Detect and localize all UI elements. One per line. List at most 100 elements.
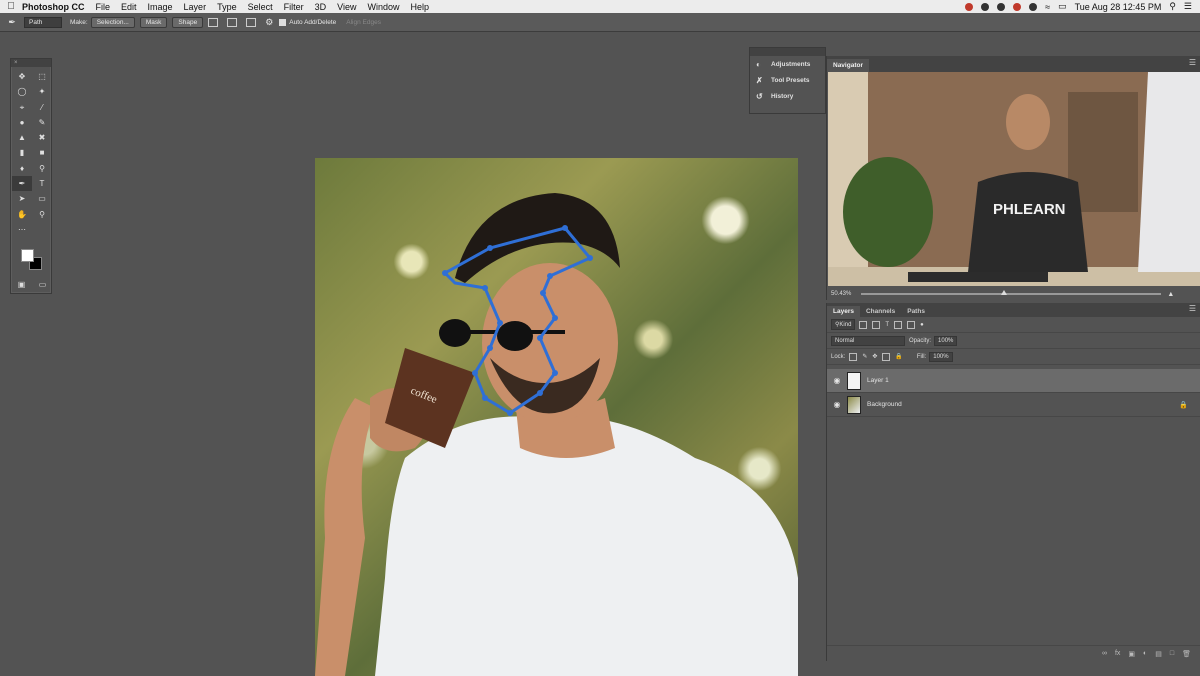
clock[interactable]: Tue Aug 28 12:45 PM <box>1075 2 1162 12</box>
dodge-tool-icon[interactable]: ⚲ <box>32 161 52 176</box>
menu-select[interactable]: Select <box>248 2 273 12</box>
pen-tool-icon[interactable]: ✒ <box>0 17 24 28</box>
quick-mask-icon[interactable]: ▣ <box>18 280 26 289</box>
search-icon[interactable]: ⚲ <box>1169 1 1176 12</box>
menu-3d[interactable]: 3D <box>315 2 327 12</box>
new-group-icon[interactable]: ▤ <box>1155 650 1162 658</box>
menu-file[interactable]: File <box>96 2 111 12</box>
stamp-tool-icon[interactable]: ▲ <box>12 130 32 145</box>
list-icon[interactable]: ☰ <box>1184 1 1192 12</box>
new-layer-icon[interactable]: □ <box>1170 650 1174 657</box>
foreground-color-swatch[interactable] <box>21 249 34 262</box>
layer-row-background[interactable]: ◉ Background 🔒 <box>827 393 1200 417</box>
more-tools-icon[interactable]: ⋯ <box>12 222 32 237</box>
navigator-zoom-value[interactable]: 50.43% <box>831 291 851 297</box>
record-icon[interactable] <box>965 2 974 11</box>
visibility-eye-icon[interactable]: ◉ <box>827 400 847 409</box>
layer-row-layer-1[interactable]: ◉ Layer 1 <box>827 369 1200 393</box>
auto-add-delete-checkbox[interactable] <box>279 18 287 26</box>
path-arrangement-icon[interactable] <box>246 17 257 27</box>
navigator-zoom-slider[interactable] <box>861 290 1162 295</box>
layer-lock-icon[interactable]: 🔒 <box>1179 401 1188 409</box>
display-icon[interactable] <box>981 2 990 11</box>
filter-pixel-icon[interactable] <box>859 320 868 329</box>
tab-paths[interactable]: Paths <box>901 306 931 317</box>
menu-help[interactable]: Help <box>410 2 429 12</box>
gear-icon[interactable]: ⚙ <box>265 17 273 28</box>
navigator-panel-menu-icon[interactable]: ☰ <box>1189 58 1196 67</box>
blur-tool-icon[interactable]: ♦ <box>12 161 32 176</box>
adjustments-panel-button[interactable]: ◐ Adjustments <box>750 56 825 72</box>
eye-icon[interactable] <box>997 2 1006 11</box>
wifi-icon[interactable]: ≈ <box>1045 2 1050 12</box>
zoom-tool-icon[interactable]: ⚲ <box>32 207 52 222</box>
visibility-eye-icon[interactable]: ◉ <box>827 376 847 385</box>
mask-button[interactable]: Mask <box>139 16 168 28</box>
document-canvas[interactable]: coffee <box>315 158 798 676</box>
type-tool-icon[interactable]: T <box>32 176 52 191</box>
rectangle-tool-icon[interactable]: ▭ <box>32 191 52 206</box>
eyedropper-tool-icon[interactable]: ⁄ <box>32 100 52 115</box>
link-layers-icon[interactable]: ∞ <box>1102 650 1107 657</box>
menu-window[interactable]: Window <box>367 2 399 12</box>
airplay-icon[interactable]: ▭ <box>1058 1 1067 12</box>
tools-panel-header[interactable]: × <box>11 59 51 67</box>
filter-smart-object-icon[interactable] <box>907 320 916 329</box>
delete-layer-icon[interactable]: 🗑 <box>1182 650 1191 658</box>
lock-image-icon[interactable]: ✎ <box>862 353 867 360</box>
lock-transparent-icon[interactable] <box>849 352 858 361</box>
path-mode-select[interactable]: Path <box>24 16 62 28</box>
layer-effects-icon[interactable]: fx <box>1115 650 1120 657</box>
lock-all-icon[interactable]: 🔒 <box>895 353 902 360</box>
marquee-tool-icon[interactable]: ⬚ <box>32 69 52 84</box>
navigator-preview[interactable]: PHLEARN <box>828 72 1200 286</box>
collapsed-panels-header[interactable] <box>750 48 825 56</box>
app-menu[interactable]: Photoshop CC <box>22 2 85 12</box>
lock-position-icon[interactable]: ✥ <box>872 353 877 360</box>
app-status-icon[interactable] <box>1013 2 1022 11</box>
path-operations-icon[interactable] <box>208 17 219 27</box>
battery-icon[interactable] <box>1029 2 1038 11</box>
history-panel-button[interactable]: ↺ History <box>750 88 825 104</box>
crop-tool-icon[interactable]: ⌖ <box>12 100 32 115</box>
filter-shape-icon[interactable] <box>894 320 903 329</box>
menu-filter[interactable]: Filter <box>284 2 304 12</box>
move-tool-icon[interactable]: ✥ <box>12 69 32 84</box>
filter-toggle-icon[interactable]: ● <box>920 322 924 328</box>
history-brush-tool-icon[interactable]: ✖ <box>32 130 52 145</box>
menu-edit[interactable]: Edit <box>121 2 137 12</box>
zoom-in-icon[interactable]: ▲ <box>1167 291 1174 298</box>
tool-presets-panel-button[interactable]: ✗ Tool Presets <box>750 72 825 88</box>
hand-tool-icon[interactable]: ✋ <box>12 207 32 222</box>
align-edges-label[interactable]: Align Edges <box>346 19 381 26</box>
menu-view[interactable]: View <box>337 2 356 12</box>
tab-layers[interactable]: Layers <box>827 306 860 317</box>
menu-image[interactable]: Image <box>148 2 173 12</box>
brush-tool-icon[interactable]: ✎ <box>32 115 52 130</box>
tab-channels[interactable]: Channels <box>860 306 901 317</box>
selection-button[interactable]: Selection... <box>90 16 135 28</box>
tab-navigator[interactable]: Navigator <box>827 59 869 72</box>
healing-tool-icon[interactable]: ● <box>12 115 32 130</box>
path-alignment-icon[interactable] <box>227 17 238 27</box>
filter-adjustment-icon[interactable] <box>872 320 881 329</box>
eraser-tool-icon[interactable]: ▮ <box>12 145 32 160</box>
magic-wand-tool-icon[interactable]: ✦ <box>32 84 52 99</box>
add-mask-icon[interactable]: ▣ <box>1128 650 1135 658</box>
path-selection-tool-icon[interactable]: ➤ <box>12 191 32 206</box>
menu-type[interactable]: Type <box>217 2 237 12</box>
layer-kind-filter[interactable]: ⚲Kind <box>831 319 856 330</box>
lock-artboard-icon[interactable] <box>882 352 891 361</box>
filter-type-icon[interactable]: T <box>885 322 889 328</box>
pen-tool-icon[interactable]: ✒ <box>12 176 32 192</box>
layers-panel-menu-icon[interactable]: ☰ <box>1189 304 1196 313</box>
lasso-tool-icon[interactable]: ◯ <box>12 84 32 99</box>
gradient-tool-icon[interactable]: ■ <box>32 145 52 160</box>
apple-icon[interactable]:  <box>0 1 22 12</box>
fill-input[interactable]: 100% <box>929 351 953 362</box>
adjustment-layer-icon[interactable]: ◐ <box>1143 650 1147 657</box>
screen-mode-icon[interactable]: ▭ <box>39 280 47 289</box>
opacity-input[interactable]: 100% <box>934 335 958 346</box>
navigator-zoom-thumb[interactable] <box>1001 290 1008 295</box>
shape-button[interactable]: Shape <box>172 16 204 28</box>
